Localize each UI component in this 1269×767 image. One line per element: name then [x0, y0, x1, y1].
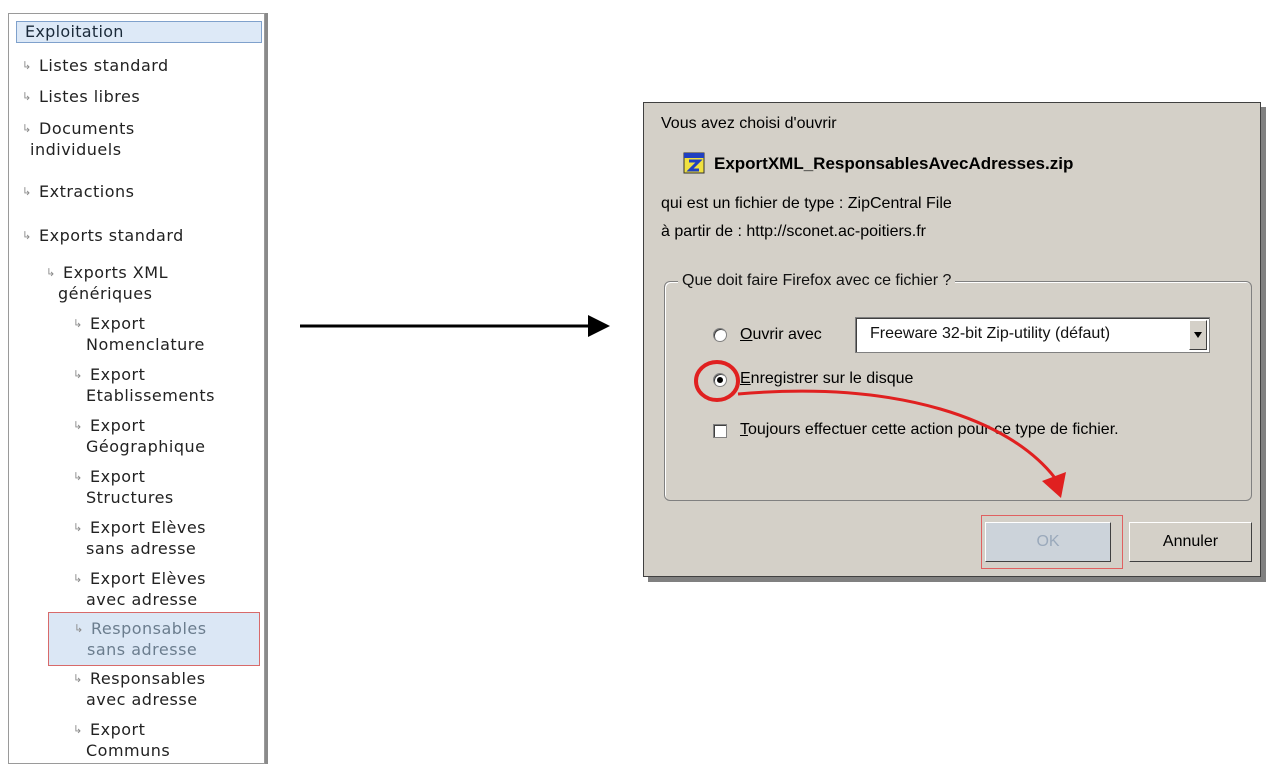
nav-item-label: sans adresse: [86, 539, 197, 558]
download-dialog: Vous avez choisi d'ouvrir ExportXML_Resp…: [643, 102, 1261, 577]
nav-item-label: Nomenclature: [86, 335, 205, 354]
action-groupbox: [664, 281, 1252, 501]
dialog-filename: ExportXML_ResponsablesAvecAdresses.zip: [714, 154, 1074, 173]
nav-item-label: Exports XML: [63, 263, 168, 282]
tree-arrow-icon: ↳: [73, 572, 83, 585]
nav-item-documents-individuels[interactable]: ↳ Documents individuels: [22, 118, 135, 160]
nav-item-label: Listes standard: [39, 56, 169, 75]
nav-item-label: Export: [90, 467, 146, 486]
nav-item-label: avec adresse: [86, 590, 198, 609]
nav-item-export-eleves-avec-adresse[interactable]: ↳ Export Elèves avec adresse: [73, 568, 206, 610]
nav-item-label: Extractions: [39, 182, 135, 201]
nav-item-export-eleves-sans-adresse[interactable]: ↳ Export Elèves sans adresse: [73, 517, 206, 559]
open-with-app-select[interactable]: Freeware 32-bit Zip-utility (défaut): [855, 317, 1210, 353]
nav-item-responsables-sans-adresse[interactable]: ↳ Responsables sans adresse: [48, 612, 260, 666]
nav-item-export-communs[interactable]: ↳ Export Communs: [73, 719, 170, 761]
nav-item-label: Géographique: [86, 437, 206, 456]
nav-item-extractions[interactable]: ↳ Extractions: [22, 181, 135, 202]
connector-arrow: [300, 315, 610, 337]
nav-item-responsables-avec-adresse[interactable]: ↳ Responsables avec adresse: [73, 668, 206, 710]
nav-item-label: Export: [90, 314, 146, 333]
nav-item-label: Documents: [39, 119, 135, 138]
nav-item-label: sans adresse: [87, 640, 198, 659]
nav-item-export-structures[interactable]: ↳ Export Structures: [73, 466, 174, 508]
dialog-file-type: qui est un fichier de type : ZipCentral …: [661, 195, 952, 212]
nav-item-label: Export: [90, 416, 146, 435]
nav-item-label: individuels: [30, 140, 122, 159]
tree-arrow-icon: ↳: [46, 266, 56, 279]
nav-item-label: Etablissements: [86, 386, 215, 405]
nav-item-export-nomenclature[interactable]: ↳ Export Nomenclature: [73, 313, 205, 355]
tree-arrow-icon: ↳: [74, 622, 84, 635]
dropdown-arrow-icon[interactable]: [1189, 320, 1207, 350]
action-group-label: Que doit faire Firefox avec ce fichier ?: [678, 272, 956, 290]
nav-item-exports-standard[interactable]: ↳ Exports standard: [22, 225, 184, 246]
tree-arrow-icon: ↳: [73, 368, 83, 381]
nav-item-label: Structures: [86, 488, 174, 507]
nav-item-listes-libres[interactable]: ↳ Listes libres: [22, 86, 140, 107]
open-with-app-value: Freeware 32-bit Zip-utility (défaut): [870, 325, 1111, 342]
tree-arrow-icon: ↳: [22, 229, 32, 242]
tree-arrow-icon: ↳: [73, 317, 83, 330]
nav-item-label: Export: [90, 365, 146, 384]
tree-arrow-icon: ↳: [73, 419, 83, 432]
nav-item-label: Exports standard: [39, 226, 184, 245]
tree-arrow-icon: ↳: [22, 59, 32, 72]
nav-item-label: Export Elèves: [90, 569, 207, 588]
tree-arrow-icon: ↳: [73, 470, 83, 483]
nav-item-label: Responsables: [90, 669, 206, 688]
dialog-intro: Vous avez choisi d'ouvrir: [661, 115, 837, 132]
tree-arrow-icon: ↳: [73, 521, 83, 534]
tree-arrow-icon: ↳: [22, 122, 32, 135]
nav-item-label: avec adresse: [86, 690, 198, 709]
nav-item-label: génériques: [58, 284, 153, 303]
nav-item-label: Export Elèves: [90, 518, 207, 537]
tree-arrow-icon: ↳: [22, 90, 32, 103]
always-do-this-label[interactable]: Toujours effectuer cette action pour ce …: [740, 421, 1119, 439]
always-do-this-checkbox[interactable]: [713, 424, 727, 438]
nav-item-exports-xml-generiques[interactable]: ↳ Exports XML génériques: [46, 262, 168, 304]
dialog-file-source: à partir de : http://sconet.ac-poitiers.…: [661, 223, 927, 240]
zip-file-icon: [683, 152, 705, 174]
nav-header-exploitation[interactable]: Exploitation: [16, 21, 262, 43]
tree-arrow-icon: ↳: [73, 672, 83, 685]
tree-arrow-icon: ↳: [22, 185, 32, 198]
tree-arrow-icon: ↳: [73, 723, 83, 736]
save-to-disk-label[interactable]: Enregistrer sur le disque: [740, 370, 913, 388]
nav-item-export-geographique[interactable]: ↳ Export Géographique: [73, 415, 205, 457]
nav-item-label: Export: [90, 720, 146, 739]
save-to-disk-radio[interactable]: [713, 373, 727, 387]
open-with-label[interactable]: Ouvrir avec: [740, 326, 822, 344]
open-with-radio[interactable]: [713, 328, 727, 342]
nav-item-listes-standard[interactable]: ↳ Listes standard: [22, 55, 169, 76]
cancel-button[interactable]: Annuler: [1129, 522, 1252, 562]
nav-item-label: Listes libres: [39, 87, 141, 106]
nav-item-export-etablissements[interactable]: ↳ Export Etablissements: [73, 364, 215, 406]
nav-item-label: Responsables: [91, 619, 207, 638]
nav-item-label: Communs: [86, 741, 171, 760]
ok-button[interactable]: OK: [985, 522, 1111, 562]
